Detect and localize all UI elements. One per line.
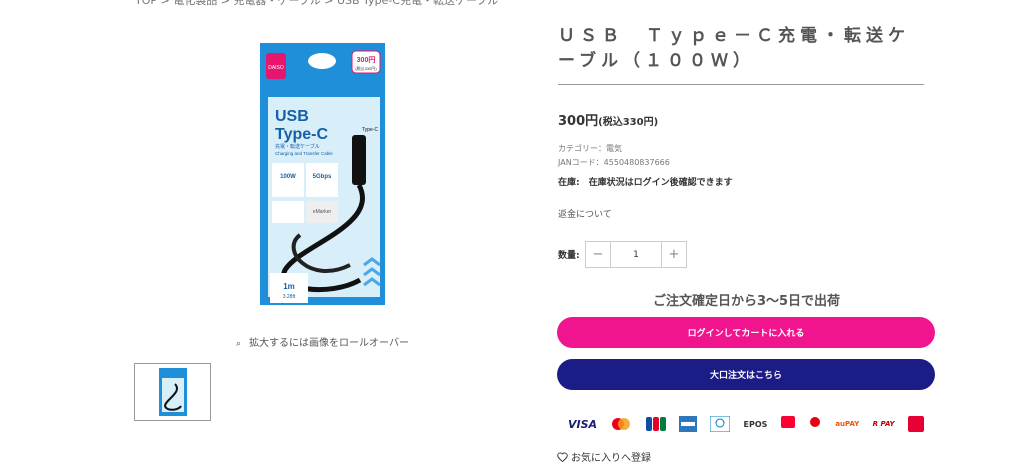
rakuten-pay-icon: R PAY xyxy=(872,420,895,428)
package-type-c: Type-C xyxy=(275,126,328,143)
package-usb: USB xyxy=(275,108,309,125)
paypay-icon xyxy=(780,416,795,432)
package-price-tag: 300円 xyxy=(357,56,376,64)
quantity-increase-button[interactable]: + xyxy=(662,242,686,267)
epos-icon: EPOS xyxy=(743,419,768,429)
quantity-stepper: − 1 + xyxy=(585,241,687,268)
quantity-decrease-button[interactable]: − xyxy=(586,242,610,267)
returns-link[interactable]: 返金について xyxy=(558,207,612,220)
heart-icon xyxy=(557,451,568,462)
stock-status: 在庫: 在庫状況はログイン後確認できます xyxy=(558,178,733,188)
d-payment-icon xyxy=(808,416,822,432)
mastercard-icon xyxy=(610,416,632,432)
visa-icon: VISA xyxy=(568,417,598,431)
bulk-order-button[interactable]: 大口注文はこちら xyxy=(557,359,935,390)
price-tax: (税込330円) xyxy=(598,117,659,128)
magnifier-icon: ⌕ xyxy=(236,339,242,349)
product-price: 300円(税込330円) xyxy=(558,110,658,129)
merpay-icon xyxy=(907,416,924,432)
jcb-icon xyxy=(645,416,666,432)
package-jp-sub: 充電・転送ケーブル xyxy=(275,143,320,150)
title-divider xyxy=(558,84,924,85)
package-en-sub: Charging and Transfer Cable xyxy=(275,151,333,156)
thumbnail-package-icon xyxy=(158,368,187,416)
product-category: カテゴリー：電気 xyxy=(558,144,622,153)
breadcrumb[interactable]: TOP > 電化製品 > 充電器・ケーブル > USB Type-C充電・転送ケ… xyxy=(135,0,498,8)
package-emarker: eMarker xyxy=(313,209,332,215)
au-pay-icon: auPAY xyxy=(835,420,860,428)
product-main-image[interactable]: DAISO 300円 (税込330円) USB Type-C 充電・転送ケーブル… xyxy=(135,35,510,320)
package-length: 1m xyxy=(283,282,295,291)
add-to-cart-button[interactable]: ログインしてカートに入れる xyxy=(557,317,935,348)
quantity-input[interactable]: 1 xyxy=(610,242,662,267)
quantity-label: 数量: xyxy=(558,251,580,261)
zoom-hint-text: 拡大するには画像をロールオーバー xyxy=(249,338,409,349)
package-speed: 5Gbps xyxy=(313,174,332,180)
product-package-image: DAISO 300円 (税込330円) USB Type-C 充電・転送ケーブル… xyxy=(260,43,385,305)
zoom-hint: ⌕ 拡大するには画像をロールオーバー xyxy=(135,334,510,349)
package-price-tax: (税込330円) xyxy=(355,65,377,71)
package-plug-label: Type-C xyxy=(362,127,379,133)
favorite-link[interactable]: お気に入りへ登録 xyxy=(557,449,651,464)
delivery-notice: ご注文確定日から3〜5日で出荷 xyxy=(652,294,841,309)
thumbnail-image[interactable] xyxy=(134,363,211,421)
price-value: 300円 xyxy=(558,114,599,129)
package-watt: 100W xyxy=(280,174,296,180)
package-brand: DAISO xyxy=(268,65,284,71)
product-title: ＵＳＢ Ｔｙｐｅ－Ｃ充電・転送ケーブル（１００Ｗ） xyxy=(558,26,910,71)
amex-icon xyxy=(678,416,697,432)
payment-methods: VISA EPOS auPAY R PAY xyxy=(568,413,924,435)
diners-club-icon xyxy=(710,416,731,432)
product-jan: JANコード：4550480837666 xyxy=(558,158,670,167)
package-length-ft: 3.28ft xyxy=(283,294,296,300)
favorite-label: お気に入りへ登録 xyxy=(571,453,651,464)
product-gallery: DAISO 300円 (税込330円) USB Type-C 充電・転送ケーブル… xyxy=(135,35,510,320)
